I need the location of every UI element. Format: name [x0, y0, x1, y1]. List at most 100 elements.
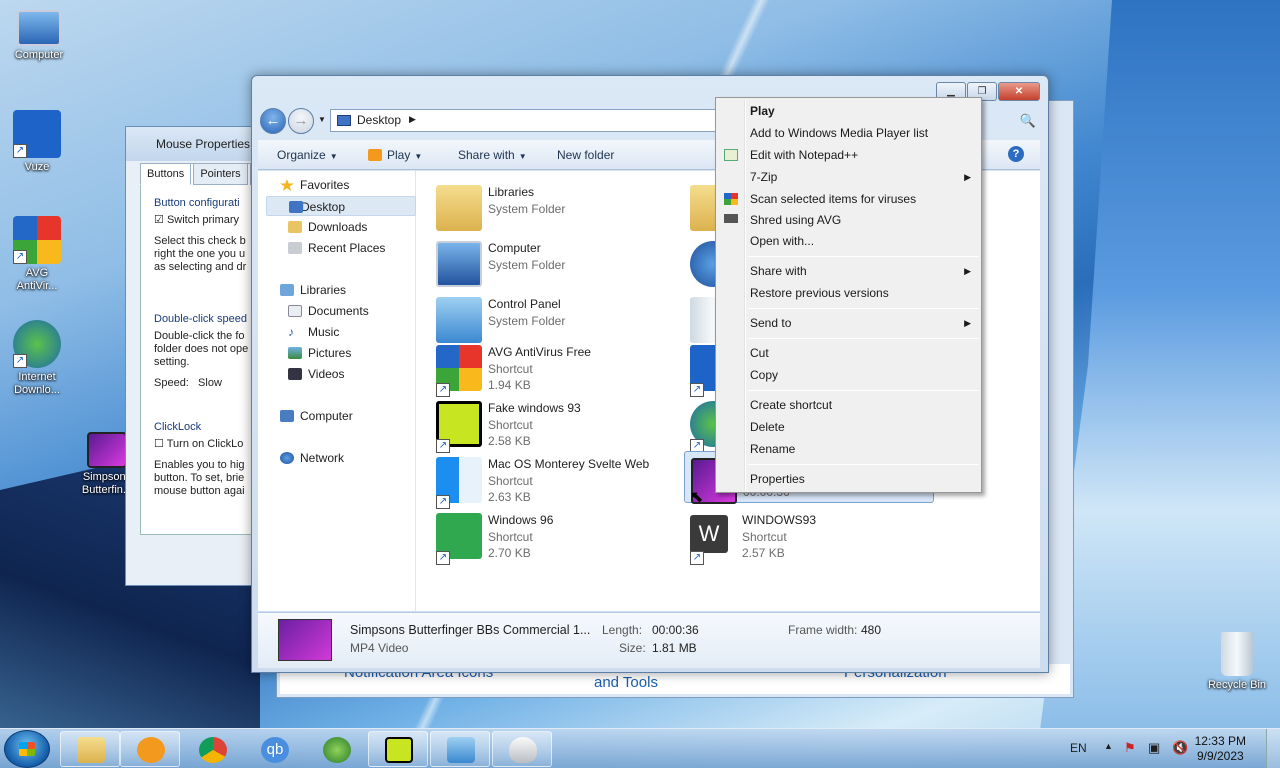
menu-item-shred-avg[interactable]: Shred using AVG — [718, 209, 979, 231]
clicklock-checkbox[interactable]: ☐ — [154, 438, 164, 450]
share-with-button[interactable]: Share with ▼ — [458, 148, 527, 162]
recycle-bin-icon — [1221, 632, 1253, 676]
nav-desktop[interactable]: Desktop — [266, 196, 416, 216]
taskbar-media-player[interactable] — [120, 731, 180, 767]
desktop-icon-avg[interactable]: ↗ AVG AntiVir... — [0, 216, 74, 293]
details-pane: Simpsons Butterfinger BBs Commercial 1..… — [258, 612, 1040, 668]
nav-network[interactable]: Network — [280, 448, 430, 468]
file-item-fake-windows-93[interactable]: ↗ Fake windows 93 Shortcut 2.58 KB — [430, 395, 680, 453]
show-desktop-button[interactable] — [1266, 729, 1280, 768]
mouse-properties-window: Mouse Properties Buttons Pointers P Butt… — [125, 126, 272, 586]
documents-icon — [288, 305, 302, 317]
file-item-windows-96[interactable]: ↗ Windows 96 Shortcut 2.70 KB — [430, 507, 680, 565]
file-item-control-panel[interactable]: Control Panel System Folder — [430, 291, 680, 343]
menu-item-delete[interactable]: Delete — [718, 416, 979, 438]
show-hidden-icons-icon[interactable]: ▲ — [1104, 741, 1113, 751]
tab-pointers[interactable]: Pointers — [193, 163, 248, 185]
taskbar-qbittorrent[interactable]: qb — [244, 731, 304, 767]
nav-libraries[interactable]: Libraries — [280, 280, 430, 300]
network-icon — [280, 452, 294, 464]
dropdown-arrow-icon: ▼ — [414, 152, 423, 161]
menu-item-share-with[interactable]: Share with ▶ — [718, 260, 979, 282]
desktop-icon-recycle-bin[interactable]: Recycle Bin — [1200, 632, 1274, 692]
computer-icon — [436, 241, 482, 287]
desktop-icon-vuze[interactable]: ↗ Vuze — [0, 110, 74, 174]
address-bar[interactable]: Desktop ▶ — [330, 109, 720, 132]
tab-buttons[interactable]: Buttons — [140, 163, 192, 185]
videos-icon — [288, 368, 302, 380]
qbittorrent-icon: qb — [261, 737, 289, 763]
menu-item-properties[interactable]: Properties — [718, 468, 979, 490]
window-title: Mouse Properties — [126, 127, 264, 161]
clock[interactable]: 12:33 PM 9/9/2023 — [1195, 734, 1246, 764]
downloads-folder-icon — [288, 221, 302, 233]
taskbar-explorer[interactable] — [60, 731, 120, 767]
mouse-cursor-icon: ⬉ — [690, 489, 704, 506]
menu-item-7zip[interactable]: 7-Zip ▶ — [718, 166, 979, 188]
menu-item-open-with[interactable]: Open with... — [718, 230, 979, 252]
media-player-icon — [137, 737, 165, 763]
menu-item-restore-previous[interactable]: Restore previous versions — [718, 282, 979, 304]
organize-button[interactable]: Organize ▼ — [277, 148, 338, 162]
desktop-icon — [289, 201, 303, 213]
volume-muted-icon[interactable]: 🔇 — [1172, 740, 1188, 756]
video-file-icon — [87, 432, 127, 468]
nav-computer[interactable]: Computer — [280, 406, 430, 426]
control-panel-icon — [436, 297, 482, 343]
taskbar-fake-windows-93[interactable] — [368, 731, 428, 767]
menu-item-send-to[interactable]: Send to ▶ — [718, 312, 979, 334]
taskbar-mouse-properties[interactable] — [492, 731, 552, 767]
menu-item-play[interactable]: Play — [718, 100, 979, 122]
desktop-icon-idm[interactable]: ↗ Internet Downlo... — [0, 320, 74, 397]
close-button[interactable]: ✕ — [998, 82, 1040, 101]
breadcrumb-desktop[interactable]: Desktop — [357, 113, 401, 127]
menu-item-create-shortcut[interactable]: Create shortcut — [718, 394, 979, 416]
menu-item-copy[interactable]: Copy — [718, 364, 979, 386]
recent-places-icon — [288, 242, 302, 254]
breadcrumb-arrow-icon[interactable]: ▶ — [409, 114, 416, 125]
pictures-icon — [288, 347, 302, 359]
file-item-computer[interactable]: Computer System Folder — [430, 235, 680, 287]
file-item-mac-os-monterey[interactable]: ↗ Mac OS Monterey Svelte Web Shortcut 2.6… — [430, 451, 680, 509]
help-icon[interactable]: ? — [1008, 146, 1024, 162]
desktop-icon — [337, 115, 351, 126]
play-button[interactable]: Play ▼ — [368, 148, 422, 162]
taskbar-control-panel[interactable] — [430, 731, 490, 767]
cp-item-tools[interactable]: and Tools — [594, 674, 658, 691]
menu-item-edit-notepadpp[interactable]: Edit with Notepad++ — [718, 144, 979, 166]
file-item-avg[interactable]: ↗ AVG AntiVirus Free Shortcut 1.94 KB — [430, 339, 680, 397]
taskbar-windows-96[interactable] — [306, 731, 366, 767]
notepad-icon — [724, 149, 738, 161]
double-click-group: Double-click speed Double-click the fo f… — [154, 313, 249, 389]
network-icon[interactable]: ▣ — [1148, 740, 1160, 756]
file-item-libraries[interactable]: Libraries System Folder — [430, 179, 680, 231]
taskbar-chrome[interactable] — [182, 731, 242, 767]
action-center-icon[interactable]: ⚑ — [1124, 740, 1136, 756]
details-size: 1.81 MB — [652, 641, 697, 655]
system-tray: EN ▲ ⚑ ▣ 🔇 12:33 PM 9/9/2023 — [1050, 729, 1280, 768]
recent-pages-chevron-icon[interactable]: ▼ — [318, 115, 326, 124]
menu-item-scan-viruses[interactable]: Scan selected items for viruses — [718, 188, 979, 210]
back-button[interactable]: ← — [260, 108, 286, 134]
menu-item-rename[interactable]: Rename — [718, 438, 979, 460]
nav-favorites[interactable]: Favorites — [280, 175, 430, 195]
search-icon[interactable]: 🔍 — [1020, 113, 1036, 129]
mouse-icon — [509, 737, 537, 763]
libraries-icon — [280, 284, 294, 296]
switch-primary-checkbox[interactable]: ☑ — [154, 214, 164, 226]
file-item-windows93[interactable]: W ↗ WINDOWS93 Shortcut 2.57 KB — [684, 507, 934, 565]
avg-icon: ↗ — [13, 216, 61, 264]
menu-item-cut[interactable]: Cut — [718, 342, 979, 364]
language-indicator[interactable]: EN — [1070, 741, 1087, 755]
menu-item-add-to-wmp-list[interactable]: Add to Windows Media Player list — [718, 122, 979, 144]
clicklock-group: ClickLock ☐ Turn on ClickLo Enables you … — [154, 421, 245, 497]
new-folder-button[interactable]: New folder — [557, 148, 614, 162]
forward-button[interactable]: → — [288, 108, 314, 134]
submenu-arrow-icon: ▶ — [964, 318, 971, 328]
shredder-icon — [724, 214, 738, 223]
submenu-arrow-icon: ▶ — [964, 172, 971, 182]
chrome-icon — [199, 737, 227, 763]
windows-logo-icon — [323, 737, 351, 763]
start-button[interactable] — [4, 730, 50, 768]
desktop-icon-computer[interactable]: Computer — [2, 10, 76, 62]
